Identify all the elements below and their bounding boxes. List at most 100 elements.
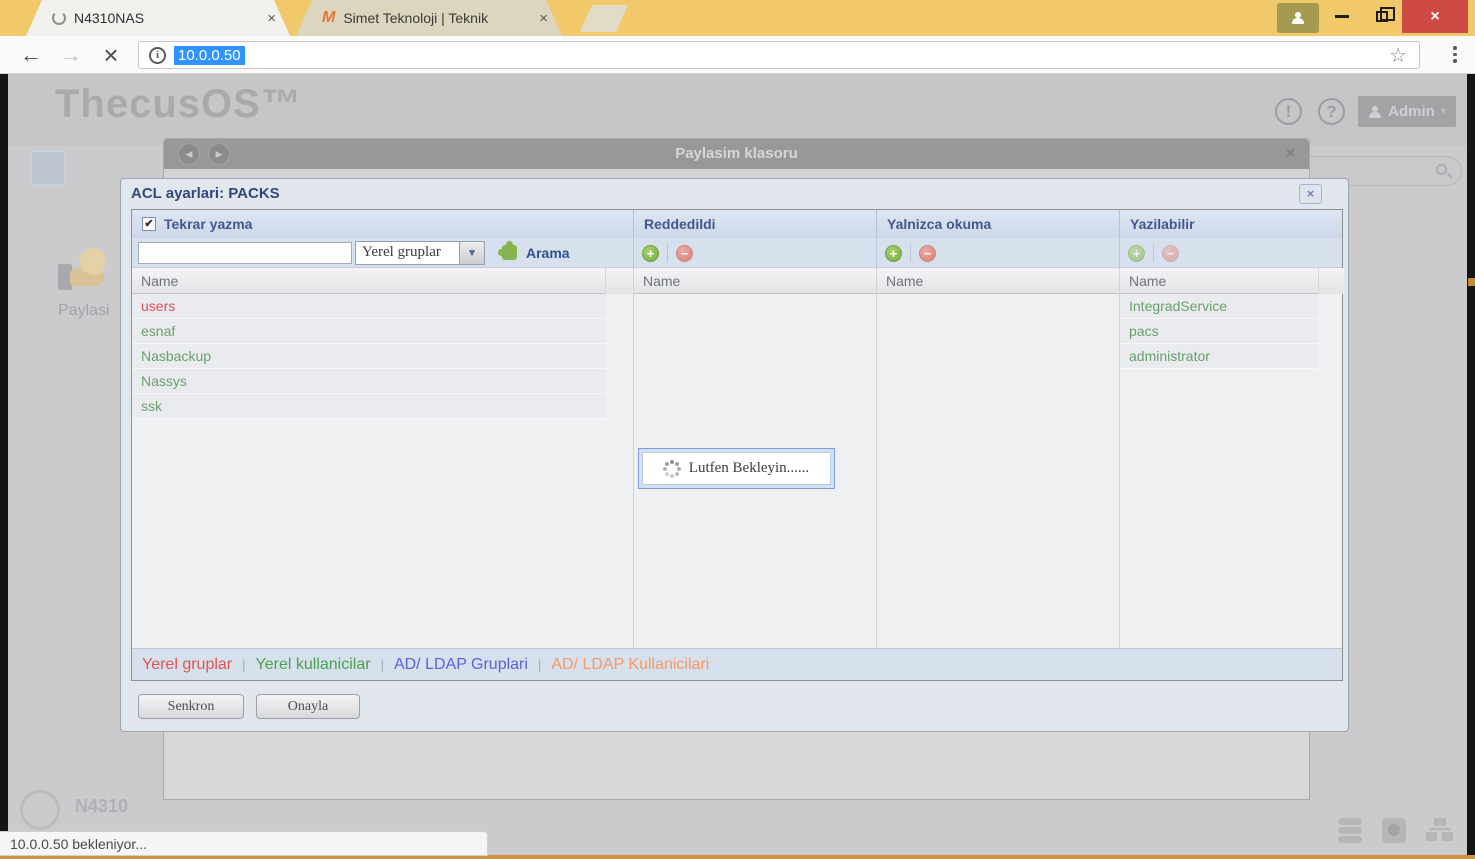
desktop-icon-label: Paylasi	[58, 302, 110, 320]
share-folder-icon[interactable]	[58, 242, 116, 300]
tab-ad-ldap-kullanicilari[interactable]: AD/ LDAP Kullanicilari	[551, 656, 709, 674]
tab-ad-ldap-gruplari[interactable]: AD/ LDAP Gruplari	[394, 656, 528, 674]
stop-button[interactable]: ×	[96, 40, 126, 70]
nas-device-label: N4310	[75, 796, 128, 817]
window-minimize-button[interactable]	[1322, 0, 1362, 33]
controls-row: Yerel gruplar ▾ Arama + −	[132, 238, 1342, 268]
window-close-button[interactable]: ×	[1402, 0, 1468, 33]
simet-logo-icon: M	[322, 9, 335, 27]
readonly-add-button[interactable]: +	[885, 245, 902, 262]
window-restore-button[interactable]	[1362, 0, 1402, 33]
window-close-icon[interactable]: ×	[1286, 145, 1295, 163]
profile-person-icon	[1291, 12, 1305, 24]
arama-button[interactable]: Arama	[526, 245, 570, 261]
url-text-selected[interactable]: 10.0.0.50	[174, 46, 245, 65]
left-edge	[0, 74, 8, 859]
network-icon[interactable]	[1426, 818, 1454, 843]
status-text: 10.0.0.50 bekleniyor...	[10, 836, 147, 852]
writable-add-button[interactable]: +	[1128, 245, 1145, 262]
header-gutter	[1318, 268, 1344, 294]
bookmark-star-icon[interactable]: ☆	[1389, 43, 1407, 68]
denied-add-button[interactable]: +	[642, 245, 659, 262]
desktop-app-icon[interactable]	[30, 150, 66, 186]
column-header-name[interactable]: Name	[1120, 268, 1344, 294]
column-title-writable: Yazilabilir	[1120, 210, 1344, 238]
local-accounts-table: Name users esnaf Nasbackup Nassys ssk	[132, 268, 634, 648]
tab-yerel-kullanicilar[interactable]: Yerel kullanicilar	[256, 656, 371, 674]
table-row[interactable]: administrator	[1120, 344, 1318, 369]
acl-panel: ✔ Tekrar yazma Reddedildi Yalnizca okuma…	[131, 209, 1343, 681]
onayla-button[interactable]: Onayla	[256, 694, 360, 719]
tab-title: N4310NAS	[74, 10, 259, 26]
paylasim-window-titlebar[interactable]: ◀ ▶ Paylasim klasoru ×	[164, 139, 1309, 169]
window-title: Paylasim klasoru	[164, 145, 1309, 162]
nas-logo-icon	[20, 790, 60, 830]
overwrite-section: ✔ Tekrar yazma	[132, 210, 634, 238]
storage-stack-icon[interactable]	[1338, 818, 1362, 845]
column-header-name[interactable]: Name	[634, 268, 876, 294]
table-row[interactable]: Nasbackup	[132, 344, 606, 369]
status-icons	[1338, 816, 1458, 848]
dialog-title: ACL ayarlari: PACKS	[131, 185, 280, 202]
loading-dialog: Lutfen Bekleyin......	[638, 448, 835, 489]
table-row[interactable]: pacs	[1120, 319, 1318, 344]
writable-table: Name IntegradService pacs administrator	[1120, 268, 1344, 648]
tab-simet[interactable]: M Simet Teknoloji | Teknik ×	[296, 0, 562, 36]
admin-person-icon	[1368, 106, 1382, 118]
screen: N4310NAS × M Simet Teknoloji | Teknik × …	[0, 0, 1475, 859]
edge-marker	[1468, 278, 1475, 286]
admin-menu[interactable]: Admin ▾	[1358, 96, 1456, 127]
column-header-name[interactable]: Name	[132, 268, 633, 294]
thecusos-brand: ThecusOS™	[55, 82, 302, 127]
arama-icon	[502, 245, 517, 260]
header-gutter	[605, 268, 633, 294]
table-row[interactable]: Nassys	[132, 369, 606, 394]
combobox-chevron-icon[interactable]: ▾	[460, 241, 485, 265]
restore-icon	[1376, 11, 1388, 22]
dialog-close-button[interactable]: ×	[1299, 184, 1322, 204]
tab-close-icon[interactable]: ×	[539, 11, 548, 26]
new-tab-button[interactable]	[580, 5, 628, 32]
column-header-name[interactable]: Name	[877, 268, 1119, 294]
section-header-row: ✔ Tekrar yazma Reddedildi Yalnizca okuma…	[132, 210, 1342, 238]
disk-icon[interactable]	[1382, 818, 1406, 843]
acl-search-input[interactable]	[138, 242, 352, 264]
back-button[interactable]: ←	[16, 40, 46, 70]
tab-title: Simet Teknoloji | Teknik	[343, 10, 531, 26]
denied-remove-button[interactable]: −	[676, 245, 693, 262]
browser-status-bubble: 10.0.0.50 bekleniyor...	[0, 831, 488, 856]
table-row[interactable]: esnaf	[132, 319, 606, 344]
forward-button[interactable]: →	[56, 40, 86, 70]
help-icon[interactable]: ?	[1318, 98, 1345, 125]
tab-n4310nas[interactable]: N4310NAS ×	[26, 0, 290, 36]
loading-spinner-icon	[670, 467, 674, 471]
admin-label: Admin	[1388, 103, 1435, 120]
alert-icon[interactable]: !	[1275, 98, 1302, 125]
table-row[interactable]: IntegradService	[1120, 294, 1318, 319]
readonly-table: Name	[877, 268, 1120, 648]
browser-profile-button[interactable]	[1277, 3, 1319, 33]
page-info-icon[interactable]: i	[149, 47, 166, 64]
tab-close-icon[interactable]: ×	[267, 11, 276, 26]
browser-menu-button[interactable]	[1453, 46, 1457, 64]
loading-text: Lutfen Bekleyin......	[689, 460, 809, 477]
tab-yerel-gruplar[interactable]: Yerel gruplar	[142, 656, 232, 674]
overwrite-checkbox[interactable]: ✔	[142, 217, 156, 231]
overwrite-label: Tekrar yazma	[164, 216, 252, 232]
account-source-tabs: Yerel gruplar | Yerel kullanicilar | AD/…	[132, 648, 1342, 680]
tab-loading-spinner-icon	[52, 11, 66, 25]
table-row[interactable]: ssk	[132, 394, 606, 419]
browser-toolbar: ← → × i 10.0.0.50 ☆	[0, 36, 1475, 74]
writable-remove-button[interactable]: −	[1162, 245, 1179, 262]
address-bar[interactable]: i 10.0.0.50 ☆	[138, 41, 1420, 69]
senkron-button[interactable]: Senkron	[138, 694, 244, 719]
search-icon	[1436, 164, 1447, 175]
column-title-readonly: Yalnizca okuma	[877, 210, 1120, 238]
table-row[interactable]: users	[132, 294, 606, 319]
page: ThecusOS™ ! ? Admin ▾ ng Paylasi ◀ ▶ Pay…	[0, 74, 1475, 859]
chevron-down-icon: ▾	[1441, 106, 1446, 117]
close-icon: ×	[1430, 8, 1439, 26]
readonly-remove-button[interactable]: −	[919, 245, 936, 262]
group-type-combobox[interactable]: Yerel gruplar	[355, 241, 460, 265]
minimize-icon	[1335, 15, 1349, 18]
